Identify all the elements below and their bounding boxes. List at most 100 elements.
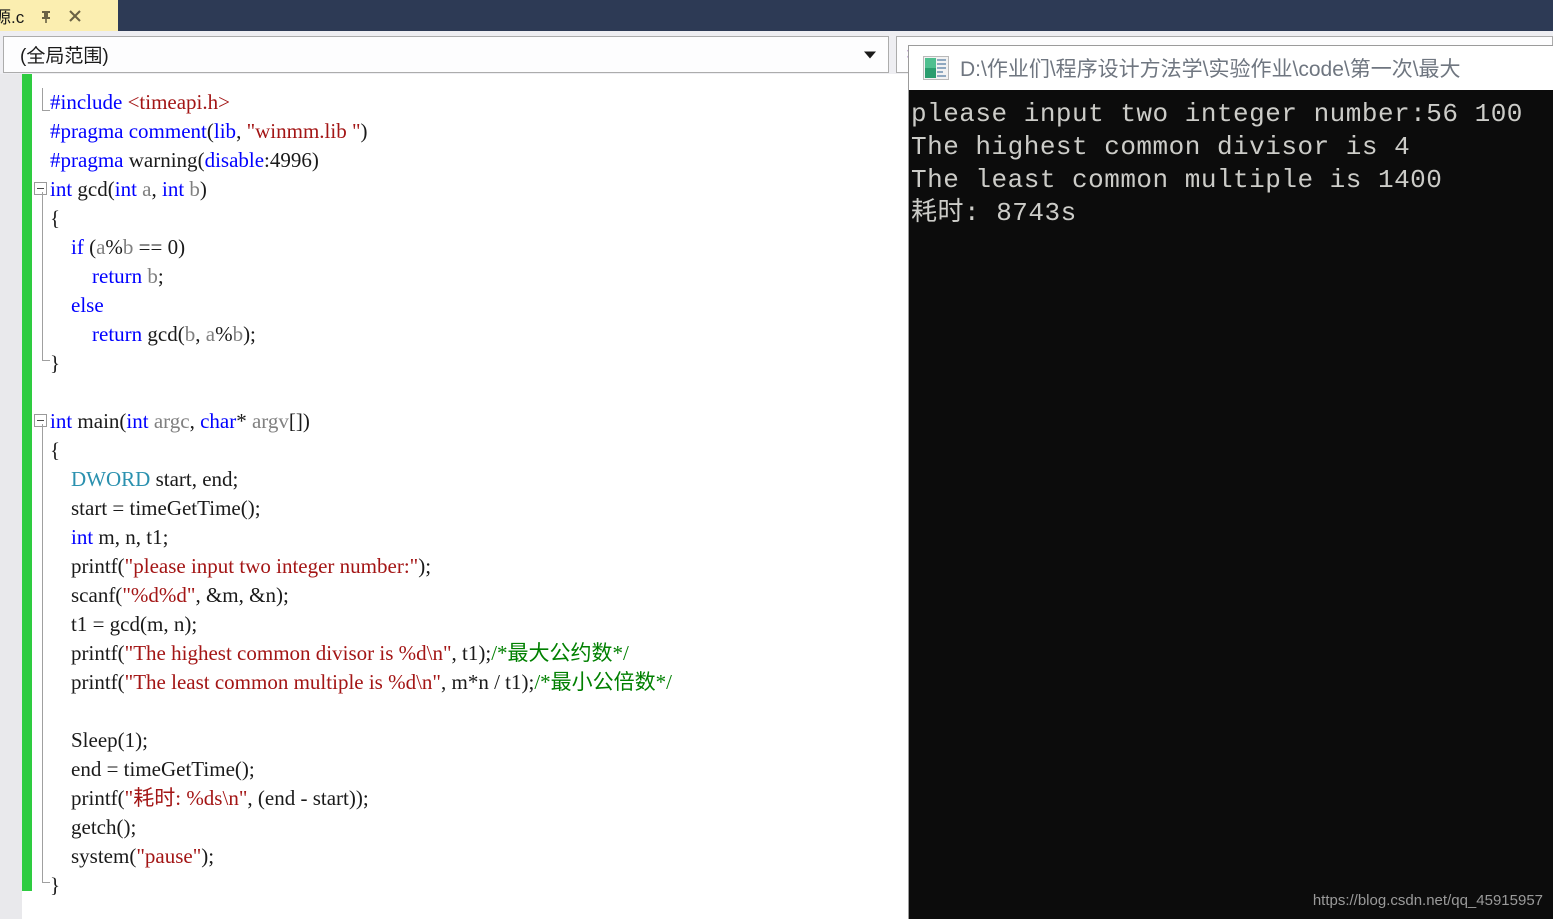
code-line: Sleep(1); — [50, 726, 148, 755]
code-token: , — [151, 177, 162, 201]
code-token: "耗时: %ds\n" — [124, 786, 248, 810]
code-token: b — [122, 235, 134, 259]
outline-bracket-gcd-hook — [42, 360, 50, 361]
outline-bracket-main — [42, 424, 43, 882]
outline-bracket-main-hook — [42, 882, 50, 883]
console-output-line: The highest common divisor is 4 — [911, 132, 1411, 162]
code-token: warning — [128, 148, 198, 172]
code-token: :4996) — [264, 148, 319, 172]
code-line: scanf("%d%d", &m, &n); — [50, 581, 289, 610]
code-token: int — [162, 177, 185, 201]
code-token: "winmm.lib " — [246, 119, 361, 143]
code-token: argv — [251, 409, 289, 433]
code-line: { — [50, 204, 60, 233]
scope-dropdown-value: (全局范围) — [20, 46, 109, 67]
visual-studio-window: 源.c (全局范围) ⚛ — [0, 0, 1553, 919]
code-token: system( — [50, 844, 137, 868]
code-token: return — [92, 322, 143, 346]
pin-icon[interactable] — [38, 8, 54, 24]
code-token: , t1); — [451, 641, 492, 665]
scope-dropdown[interactable]: (全局范围) — [3, 36, 889, 73]
outline-bracket-include-hook — [42, 110, 50, 111]
code-token: ( — [197, 148, 205, 172]
code-line: start = timeGetTime(); — [50, 494, 261, 523]
code-token: , (end - start)); — [247, 786, 369, 810]
fold-toggle-gcd[interactable] — [34, 182, 47, 195]
code-line: system("pause"); — [50, 842, 214, 871]
code-token: } — [50, 351, 61, 375]
code-editor[interactable]: #include <timeapi.h> #pragma comment(lib,… — [0, 74, 910, 919]
code-token: ) — [360, 119, 368, 143]
change-tracking-bar — [22, 74, 32, 891]
code-line: printf("please input two integer number:… — [50, 552, 431, 581]
code-token: { — [50, 206, 61, 230]
code-token: printf( — [50, 670, 125, 694]
code-token: int — [126, 409, 149, 433]
code-line: t1 = gcd(m, n); — [50, 610, 197, 639]
code-token: ) — [199, 177, 207, 201]
code-token: <timeapi.h> — [127, 90, 230, 114]
code-token: lib — [213, 119, 237, 143]
code-token: getch(); — [50, 815, 137, 839]
code-line: } — [50, 871, 60, 900]
console-title-text: D:\作业们\程序设计方法学\实验作业\code\第一次\最大 — [960, 58, 1461, 81]
code-token: printf( — [50, 786, 125, 810]
code-token: return — [92, 264, 143, 288]
code-token: if — [71, 235, 84, 259]
code-line: DWORD start, end; — [50, 465, 238, 494]
selection-margin[interactable] — [0, 74, 22, 919]
code-token: #pragma — [50, 148, 129, 172]
code-token: main( — [72, 409, 127, 433]
outline-bracket-gcd — [42, 192, 43, 360]
outlining-margin[interactable] — [32, 74, 50, 919]
code-token: b — [232, 322, 244, 346]
console-output-line: please input two integer number:56 100 — [911, 99, 1523, 129]
code-token: "The highest common divisor is %d\n" — [124, 641, 452, 665]
code-token: b — [189, 177, 200, 201]
code-token: gcd( — [72, 177, 115, 201]
code-line: if (a%b == 0) — [50, 233, 185, 262]
console-window[interactable]: D:\作业们\程序设计方法学\实验作业\code\第一次\最大 please i… — [908, 45, 1553, 919]
code-token: a — [96, 235, 106, 259]
code-token: { — [50, 438, 61, 462]
code-token: int — [71, 525, 94, 549]
code-token: ); — [243, 322, 256, 346]
close-icon[interactable] — [67, 8, 83, 24]
code-token: * — [236, 409, 252, 433]
code-token: , m*n / t1); — [441, 670, 535, 694]
code-token: } — [50, 873, 61, 897]
code-text-area[interactable]: #include <timeapi.h> #pragma comment(lib,… — [50, 74, 910, 919]
code-token: /*最小公倍数*/ — [534, 670, 673, 694]
code-token: "pause" — [136, 844, 202, 868]
tab-source-file[interactable]: 源.c — [0, 0, 118, 31]
code-token: comment — [128, 119, 207, 143]
code-line: return b; — [50, 262, 164, 291]
code-token: end = timeGetTime(); — [50, 757, 255, 781]
code-line: getch(); — [50, 813, 136, 842]
code-line: int m, n, t1; — [50, 523, 168, 552]
code-token: "The least common multiple is %d\n" — [124, 670, 441, 694]
code-token: #include — [50, 90, 128, 114]
fold-toggle-main[interactable] — [34, 414, 47, 427]
code-token: == 0) — [133, 235, 186, 259]
code-token: Sleep(1); — [50, 728, 148, 752]
code-token: ( — [206, 119, 214, 143]
console-output-line: 耗时: 8743s — [911, 198, 1077, 228]
code-token: /*最大公约数*/ — [491, 641, 629, 665]
console-title-bar[interactable]: D:\作业们\程序设计方法学\实验作业\code\第一次\最大 — [909, 46, 1553, 90]
code-token: printf( — [50, 554, 125, 578]
code-token: argc — [153, 409, 190, 433]
watermark-text: https://blog.csdn.net/qq_45915957 — [1312, 892, 1543, 909]
code-line: #pragma comment(lib, "winmm.lib ") — [50, 117, 368, 146]
code-line: printf("The least common multiple is %d\… — [50, 668, 672, 697]
console-output[interactable]: please input two integer number:56 100 Th… — [909, 90, 1553, 919]
code-line: return gcd(b, a%b); — [50, 320, 256, 349]
code-token: % — [105, 235, 123, 259]
code-token: ); — [201, 844, 215, 868]
code-token: a — [142, 177, 152, 201]
code-line: printf("耗时: %ds\n", (end - start)); — [50, 784, 369, 813]
code-token: "%d%d" — [122, 583, 196, 607]
